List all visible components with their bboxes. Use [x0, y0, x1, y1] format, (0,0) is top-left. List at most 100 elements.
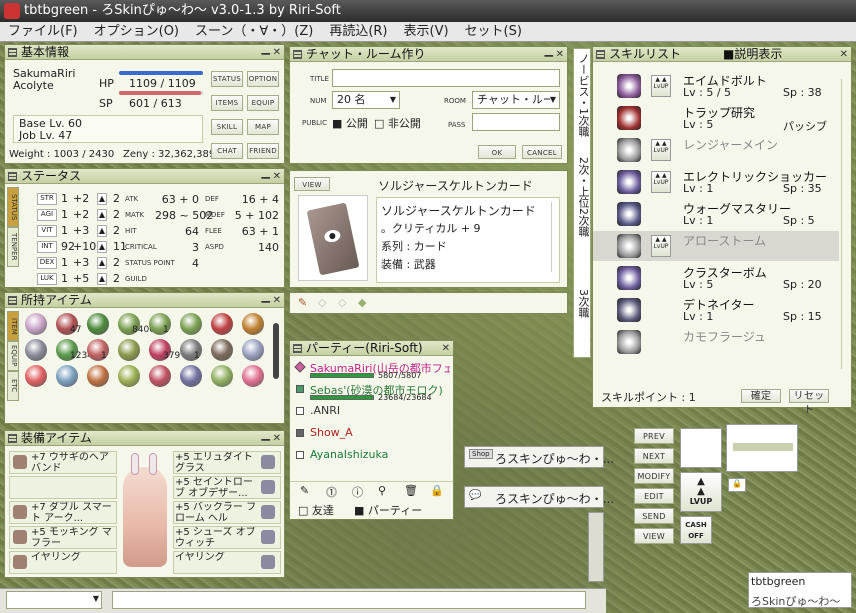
diamond-icon[interactable]: ◆ [358, 296, 366, 309]
item-icon[interactable] [118, 365, 140, 387]
send-button[interactable]: SEND [634, 508, 674, 524]
item-icon[interactable] [87, 313, 109, 335]
skill-row[interactable]: ▲ ▲ LvUP エイムドボルト Lv : 5 / 5 Sp : 38 [593, 71, 839, 101]
party-tab[interactable]: ■ パーティー [354, 502, 422, 518]
toolbar-strip[interactable]: ✎ ◇ ◇ ◆ [289, 292, 568, 314]
menu-view[interactable]: 表示(V) [396, 22, 457, 42]
skill-row[interactable]: トラップ研究 Lv : 5 パッシブ [593, 103, 839, 133]
menu-file[interactable]: ファイル(F) [0, 22, 86, 42]
chat-input[interactable] [112, 591, 586, 609]
friend-button[interactable]: FRIEND [247, 143, 279, 159]
desc-toggle[interactable]: ■説明表示 [723, 47, 782, 61]
item-icon[interactable] [118, 339, 140, 361]
menu-set[interactable]: セット(S) [457, 22, 530, 42]
skill-row[interactable]: デトネイター Lv : 1 Sp : 15 [593, 295, 839, 325]
skill-lvup-button[interactable]: ▲ ▲ LvUP [651, 139, 671, 161]
grip-icon[interactable] [8, 434, 17, 443]
grip-icon[interactable] [8, 296, 17, 305]
pencil-icon[interactable]: ✎ [298, 296, 307, 309]
friend-tab[interactable]: □ 友達 [298, 502, 334, 518]
minimize-icon[interactable]: ▁ [262, 42, 270, 56]
party-member-name[interactable]: .ANRI [310, 404, 450, 417]
title-input[interactable] [332, 69, 560, 87]
close-icon[interactable]: ✕ [273, 432, 281, 446]
item-icon[interactable] [25, 365, 47, 387]
menu-reload[interactable]: 再読込(R) [321, 22, 395, 42]
map-button[interactable]: MAP [247, 119, 279, 135]
scrollbar[interactable] [273, 323, 279, 379]
raise-stat-button[interactable]: ▲ [97, 209, 107, 221]
item-icon[interactable] [149, 365, 171, 387]
basic-info-window[interactable]: 基本情報 ▁ ✕ SakumaRiri Acolyte HP 1109 / 1109… [4, 42, 285, 164]
skill-button[interactable]: SKILL [211, 119, 243, 135]
close-icon[interactable]: ✕ [273, 170, 281, 184]
close-icon[interactable]: ✕ [273, 46, 281, 60]
tab-equip[interactable]: EQUIP [7, 341, 19, 371]
menu-soon[interactable]: スーン（・∀・）(Z) [187, 22, 321, 42]
room-select[interactable]: チャット・ルー ▼ [472, 91, 560, 109]
trash-icon[interactable]: 🗑 [404, 484, 418, 497]
grip-icon[interactable] [8, 172, 17, 181]
info-icon[interactable]: ⓘ [352, 484, 363, 500]
skill-row[interactable]: ▲ ▲ LvUP アローストーム [593, 231, 839, 261]
item-icon[interactable] [242, 365, 264, 387]
card-window[interactable]: VIEW ソルジャースケルトンカード ソルジャースケルトンカード 。クリティカル… [289, 170, 568, 288]
tab-novice-first[interactable]: ノービス・1次職 [575, 53, 591, 155]
raise-stat-button[interactable]: ▲ [97, 193, 107, 205]
window-header[interactable]: スキルリスト ■説明表示 ✕ [593, 47, 851, 62]
skill-row[interactable]: カモフラージュ [593, 327, 839, 357]
one-to-one-icon[interactable]: ⓵ [326, 484, 337, 500]
skill-window[interactable]: スキルリスト ■説明表示 ✕ ▲ ▲ LvUP エイムドボルト Lv : 5 / 5 Sp… [592, 46, 852, 416]
party-window[interactable]: パーティー(Riri-Soft) ✕ SakumaRiri(山岳の都市フェ 5807… [289, 340, 454, 520]
raise-stat-button[interactable]: ▲ [97, 225, 107, 237]
view-button[interactable]: VIEW [634, 528, 674, 544]
skill-row[interactable]: クラスターボム Lv : 5 Sp : 20 [593, 263, 839, 293]
prev-button[interactable]: PREV [634, 428, 674, 444]
item-icon[interactable] [242, 339, 264, 361]
cash-off-button[interactable]: CASH OFF [680, 516, 712, 544]
ok-button[interactable]: OK [478, 145, 516, 159]
item-icon[interactable] [25, 339, 47, 361]
tab-third[interactable]: 3次職 [575, 289, 591, 329]
tab-status[interactable]: STATUS [7, 187, 19, 227]
menu-option[interactable]: オプション(O) [86, 22, 187, 42]
window-header[interactable]: パーティー(Riri-Soft) ✕ [290, 341, 453, 356]
confirm-button[interactable]: 確定 [741, 389, 781, 403]
minimize-icon[interactable]: ▁ [262, 166, 270, 180]
public-radio[interactable]: ■ 公開 [332, 115, 368, 131]
item-icon[interactable] [211, 365, 233, 387]
lock-icon[interactable]: 🔒 [430, 484, 444, 497]
equip-window[interactable]: 装備アイテム ▁ ✕ +7 ウサギのヘアバンド +7 ダブル スマート アーク... +… [4, 428, 285, 578]
raise-stat-button[interactable]: ▲ [97, 273, 107, 285]
edit-button[interactable]: EDIT [634, 488, 674, 504]
private-radio[interactable]: □ 非公開 [374, 115, 421, 131]
tab-second[interactable]: 2次・上位2次職 [575, 157, 591, 277]
item-icon[interactable] [180, 313, 202, 335]
lock-icon[interactable]: 🔒 [728, 478, 746, 492]
diamond-icon[interactable]: ◇ [318, 296, 326, 309]
cancel-button[interactable]: CANCEL [522, 145, 562, 159]
close-icon[interactable]: ✕ [273, 294, 281, 308]
window-header[interactable]: 基本情報 ▁ ✕ [5, 42, 284, 60]
skill-lvup-button[interactable]: ▲ ▲ LvUP [651, 235, 671, 257]
reset-button[interactable]: リセット [789, 389, 829, 416]
skill-lvup-button[interactable]: ▲ ▲ LvUP [651, 75, 671, 97]
lvup-button[interactable]: ▲ ▲ LVUP [680, 472, 722, 512]
item-icon[interactable] [242, 313, 264, 335]
equip-button[interactable]: EQUIP [247, 95, 279, 111]
item-icon[interactable] [211, 339, 233, 361]
item-icon[interactable] [25, 313, 47, 335]
window-header[interactable]: 装備アイテム ▁ ✕ [5, 428, 284, 446]
scrollbar[interactable] [841, 79, 849, 369]
item-icon[interactable] [211, 313, 233, 335]
item-icon[interactable] [87, 365, 109, 387]
raise-stat-button[interactable]: ▲ [97, 241, 107, 253]
item-icon[interactable] [180, 365, 202, 387]
skill-row[interactable]: ▲ ▲ LvUP エレクトリックショッカー Lv : 1 Sp : 35 [593, 167, 839, 197]
shop-sign-1[interactable]: Shop ろスキンぴゅ～わ・... [464, 446, 614, 468]
item-icon[interactable] [56, 365, 78, 387]
status-window[interactable]: ステータス ▁ ✕ STATUS TENPER STR 1 +2 ▲ 2 AGI 1 +2 ▲ 2 VI… [4, 166, 285, 288]
items-button[interactable]: ITEMS [211, 95, 243, 111]
option-button[interactable]: OPTION [247, 71, 279, 87]
window-header[interactable]: ステータス ▁ ✕ [5, 166, 284, 184]
